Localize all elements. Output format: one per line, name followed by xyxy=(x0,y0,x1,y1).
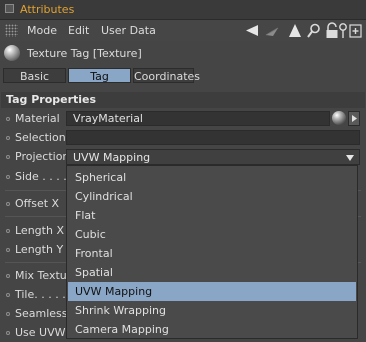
animate-dot-length-x[interactable] xyxy=(6,229,10,233)
tab-coordinates[interactable]: Coordinates xyxy=(133,68,200,83)
label-side: Side . . . . xyxy=(15,170,67,183)
label-offset-x: Offset X xyxy=(15,197,60,210)
option-camera-mapping[interactable]: Camera Mapping xyxy=(68,320,356,339)
section-title: Tag Properties xyxy=(6,93,97,106)
panel-menu-icon[interactable] xyxy=(5,4,14,13)
animate-dot-use-uvw[interactable] xyxy=(6,331,10,335)
menu-mode[interactable]: Mode xyxy=(27,24,57,37)
projection-dropdown-menu: Spherical Cylindrical Flat Cubic Frontal… xyxy=(66,165,358,339)
back-arrow-icon[interactable] xyxy=(244,22,260,39)
animate-dot-material[interactable] xyxy=(6,117,10,121)
animate-dot-projection[interactable] xyxy=(6,155,10,159)
panel-title-bar: Attributes xyxy=(0,0,366,20)
option-frontal[interactable]: Frontal xyxy=(68,244,356,263)
option-flat[interactable]: Flat xyxy=(68,206,356,225)
material-preview-icon[interactable] xyxy=(332,111,346,125)
selection-field[interactable] xyxy=(66,130,360,145)
texture-tag-icon xyxy=(4,45,20,61)
projection-select[interactable]: UVW Mapping xyxy=(66,149,360,165)
animate-dot-offset-x[interactable] xyxy=(6,202,10,206)
animate-dot-tile[interactable] xyxy=(6,293,10,297)
label-tile: Tile. . . . . xyxy=(15,288,66,301)
section-header: Tag Properties xyxy=(1,92,365,108)
label-selection: Selection xyxy=(15,131,66,144)
forward-arrow-icon[interactable] xyxy=(264,22,280,39)
object-title: Texture Tag [Texture] xyxy=(27,47,142,60)
animate-dot-selection[interactable] xyxy=(6,136,10,140)
material-value: VrayMaterial xyxy=(73,112,143,125)
search-icon[interactable] xyxy=(306,22,322,39)
option-cubic[interactable]: Cubic xyxy=(68,225,356,244)
label-length-x: Length X xyxy=(15,224,64,237)
option-spherical[interactable]: Spherical xyxy=(68,168,356,187)
chevron-down-icon xyxy=(346,155,354,161)
option-shrink-wrapping[interactable]: Shrink Wrapping xyxy=(68,301,356,320)
option-cylindrical[interactable]: Cylindrical xyxy=(68,187,356,206)
menu-bar: Mode Edit User Data xyxy=(0,20,366,41)
animate-dot-mix-textures[interactable] xyxy=(6,274,10,278)
material-menu-button[interactable] xyxy=(348,111,360,126)
label-material: Material xyxy=(15,112,60,125)
label-use-uvw: Use UVW xyxy=(15,326,66,339)
label-length-y: Length Y xyxy=(15,243,64,256)
up-arrow-icon[interactable] xyxy=(287,22,303,39)
new-panel-icon[interactable] xyxy=(348,22,364,39)
material-link-field[interactable]: VrayMaterial xyxy=(66,111,330,126)
animate-dot-seamless[interactable] xyxy=(6,312,10,316)
tab-tag[interactable]: Tag xyxy=(68,68,131,83)
object-header: Texture Tag [Texture] xyxy=(0,41,366,65)
panel-title: Attributes xyxy=(20,3,75,16)
grip-icon[interactable] xyxy=(5,24,18,37)
option-spatial[interactable]: Spatial xyxy=(68,263,356,282)
tab-basic[interactable]: Basic xyxy=(3,68,66,83)
animate-dot-side[interactable] xyxy=(6,175,10,179)
animate-dot-length-y[interactable] xyxy=(6,248,10,252)
label-projection: Projection xyxy=(15,150,70,163)
menu-user-data[interactable]: User Data xyxy=(101,24,156,37)
projection-value: UVW Mapping xyxy=(73,151,151,164)
menu-edit[interactable]: Edit xyxy=(68,24,89,37)
option-uvw-mapping[interactable]: UVW Mapping xyxy=(68,282,356,301)
